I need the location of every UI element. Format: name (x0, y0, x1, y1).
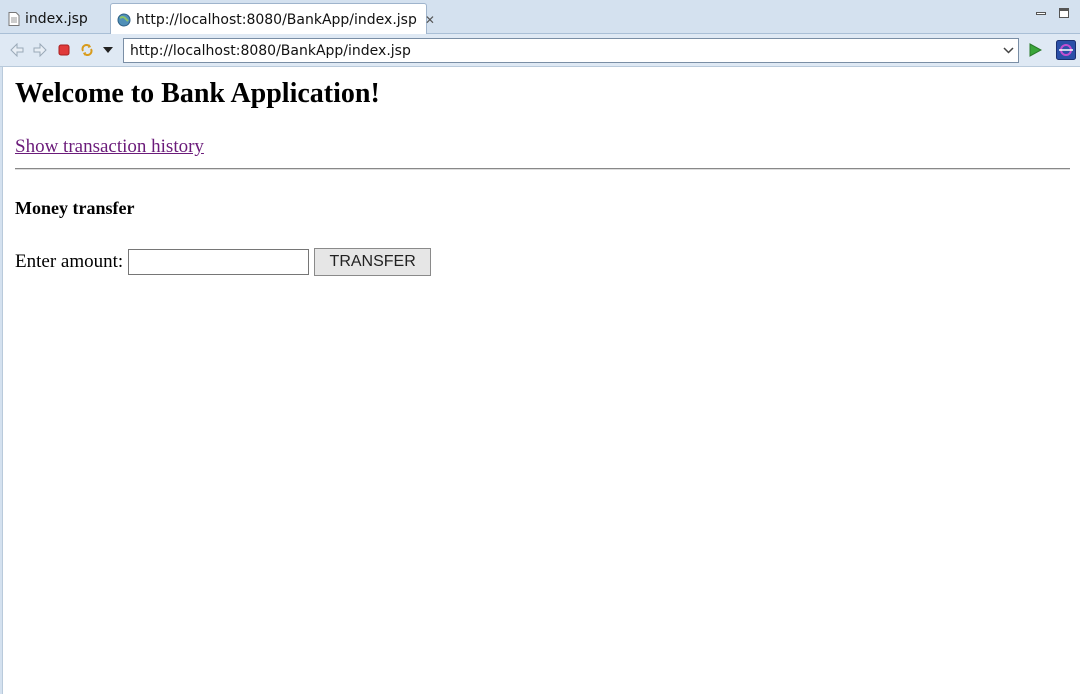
back-icon[interactable] (9, 42, 25, 58)
section-title: Money transfer (15, 198, 135, 218)
amount-label: Enter amount: (15, 251, 124, 272)
amount-input[interactable] (128, 249, 310, 275)
browser-toolbar: http://localhost:8080/BankApp/index.jsp (0, 34, 1080, 67)
forward-icon[interactable] (32, 42, 48, 58)
jsp-file-icon (8, 11, 20, 26)
page-content: Welcome to Bank Application! Show transa… (15, 67, 1070, 276)
chevron-down-icon[interactable] (1003, 44, 1014, 57)
transfer-form: Enter amount: TRANSFER (15, 248, 432, 276)
globe-icon (117, 13, 131, 27)
tab-label: http://localhost:8080/BankApp/index.jsp (136, 11, 417, 28)
external-browser-icon[interactable] (1056, 40, 1076, 60)
go-icon[interactable] (1027, 42, 1043, 58)
minimize-icon[interactable] (1036, 12, 1046, 15)
url-input[interactable]: http://localhost:8080/BankApp/index.jsp (123, 38, 1019, 63)
refresh-icon[interactable] (79, 42, 95, 58)
stop-icon[interactable] (56, 42, 72, 58)
tab-label: index.jsp (25, 10, 88, 27)
divider (15, 168, 1070, 170)
tab-index-jsp[interactable]: index.jsp (3, 3, 107, 34)
url-text: http://localhost:8080/BankApp/index.jsp (130, 42, 411, 59)
tab-bar: index.jsp http://localhost:8080/BankApp/… (0, 0, 1080, 35)
menu-dropdown-icon[interactable] (100, 42, 116, 58)
transfer-button[interactable]: TRANSFER (314, 248, 432, 276)
page-title: Welcome to Bank Application! (15, 78, 380, 109)
view-frame-edge (0, 67, 3, 694)
close-icon[interactable]: ✕ (425, 13, 435, 27)
tab-browser[interactable]: http://localhost:8080/BankApp/index.jsp … (110, 3, 435, 35)
transaction-history-link[interactable]: Show transaction history (15, 136, 204, 158)
maximize-icon[interactable] (1059, 8, 1069, 18)
